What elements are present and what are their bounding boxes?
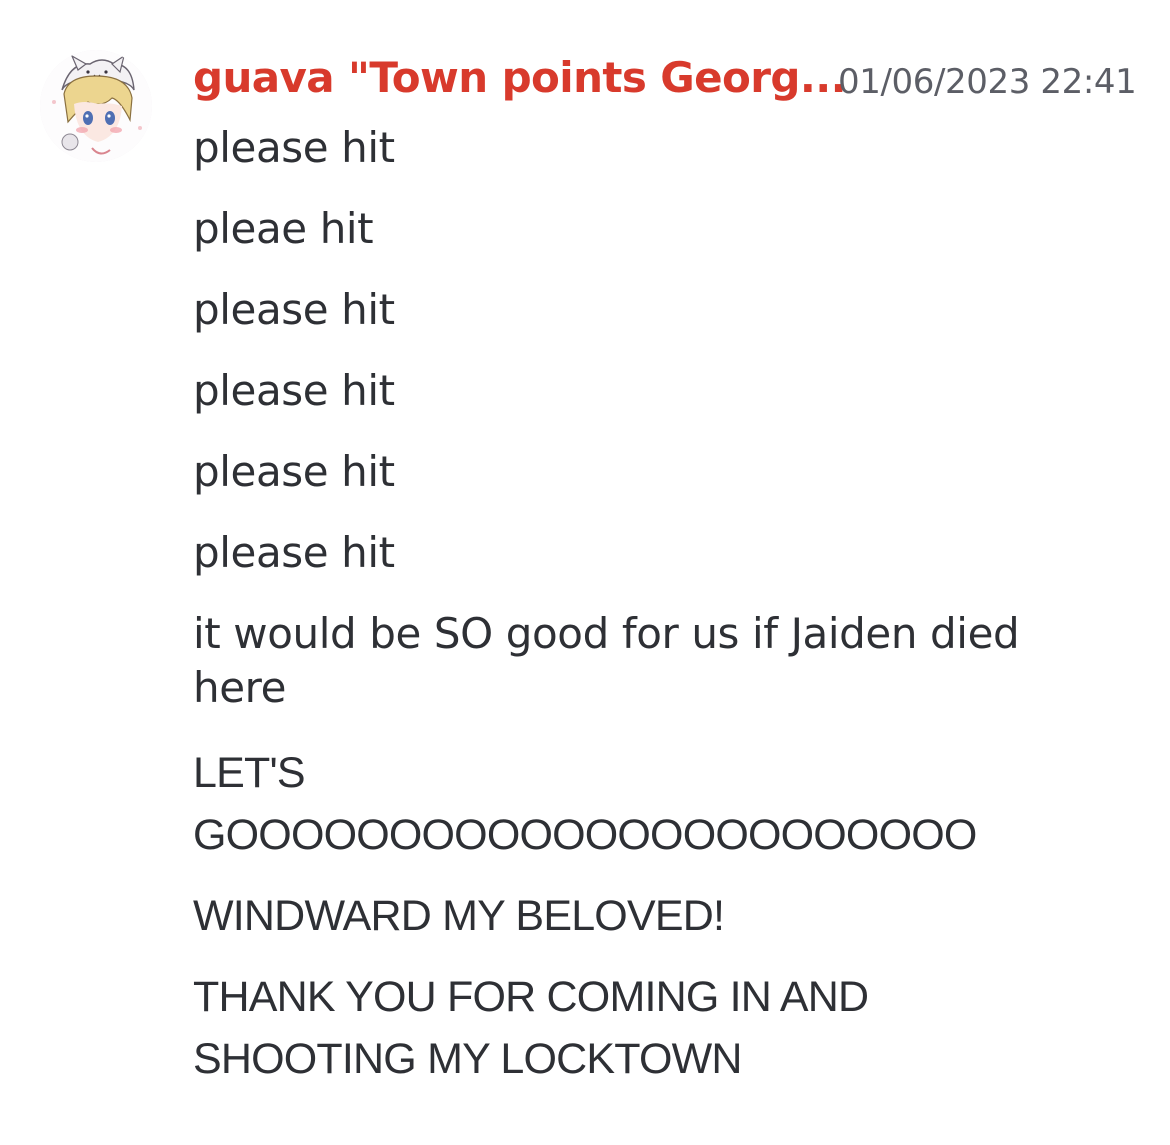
message-line: LET'S GOOOOOOOOOOOOOOOOOOOOOOO: [193, 749, 977, 859]
message-line: it would be SO good for us if Jaiden die…: [193, 609, 1020, 712]
message-line: THANK YOU FOR COMING IN AND SHOOTING MY …: [193, 973, 869, 1083]
message-line: pleae hit: [193, 204, 374, 253]
message-content: please hit pleae hit please hit please h…: [193, 121, 1093, 1109]
message-line: please hit: [193, 123, 395, 172]
message-line: WINDWARD MY BELOVED!: [193, 892, 725, 940]
message-header: guava "Town points Georg... 01/06/2023 2…: [193, 50, 1143, 106]
message-line: please hit: [193, 366, 395, 415]
user-avatar[interactable]: [40, 50, 152, 162]
message-line: please hit: [193, 447, 395, 496]
timestamp: 01/06/2023 22:41: [838, 62, 1137, 102]
chat-message: guava "Town points Georg... 01/06/2023 2…: [0, 0, 1170, 1145]
username[interactable]: guava "Town points Georg...: [193, 52, 847, 104]
message-line: please hit: [193, 528, 395, 577]
anime-avatar-icon: [40, 50, 152, 162]
message-line: please hit: [193, 285, 395, 334]
